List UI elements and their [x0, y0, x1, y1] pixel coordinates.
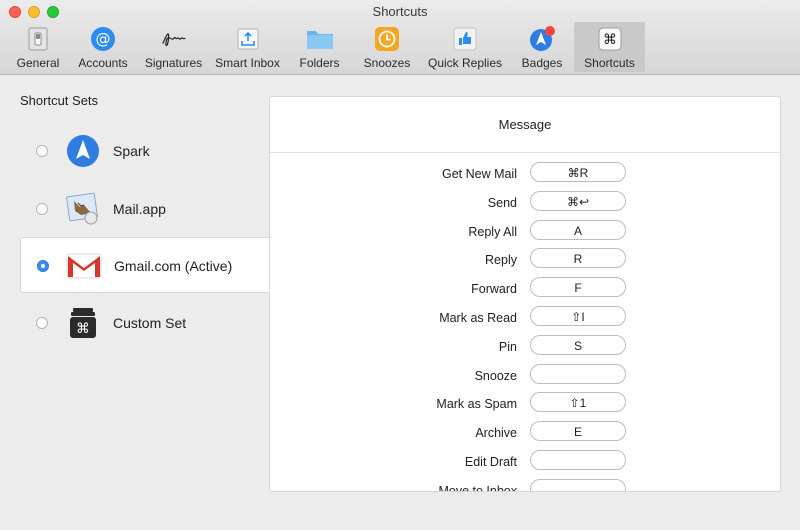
shortcut-label: Snooze [474, 368, 517, 383]
shortcut-key-field[interactable] [530, 449, 626, 470]
tab-accounts[interactable]: @ Accounts [69, 22, 137, 72]
preferences-window: Shortcuts General @ Accounts Signatures … [0, 0, 800, 530]
smart-inbox-icon [234, 25, 262, 53]
tab-label: Folders [299, 56, 340, 70]
tab-snoozes[interactable]: Snoozes [354, 22, 420, 72]
shortcut-set-custom[interactable]: ⌘ Custom Set [20, 295, 270, 351]
quick-replies-icon [451, 25, 479, 53]
shortcut-key-field[interactable] [530, 478, 626, 491]
shortcut-label: Send [487, 195, 517, 210]
shortcut-label: Forward [471, 282, 517, 297]
shortcut-key-field[interactable]: A [530, 219, 626, 240]
set-label: Mail.app [113, 201, 166, 217]
shortcut-row: Forward F [270, 276, 780, 305]
tab-label: Signatures [144, 56, 203, 70]
tab-badges[interactable]: Badges [510, 22, 574, 72]
tab-label: Shortcuts [584, 56, 635, 70]
accounts-icon: @ [89, 25, 117, 53]
snoozes-icon [373, 25, 401, 53]
gmail-icon [66, 248, 102, 284]
spark-radio[interactable] [36, 145, 48, 157]
window-title: Shortcuts [372, 4, 428, 19]
tab-shortcuts[interactable]: ⌘ Shortcuts [574, 22, 645, 72]
custom-set-icon: ⌘ [65, 305, 101, 341]
shortcut-row: Get New Mail ⌘R [270, 161, 780, 190]
tab-quick-replies[interactable]: Quick Replies [420, 22, 510, 72]
shortcut-key-field[interactable]: E [530, 421, 626, 442]
shortcut-row: Archive E [270, 420, 780, 449]
general-icon [24, 25, 52, 53]
shortcuts-panel: Message Get New Mail ⌘R Send ⌘↩ Reply Al… [269, 96, 781, 492]
shortcut-row: Pin S [270, 334, 780, 363]
spark-icon [65, 133, 101, 169]
tab-label: Snoozes [363, 56, 411, 70]
shortcut-label: Pin [498, 339, 517, 354]
set-label: Spark [113, 143, 150, 159]
shortcut-list: Get New Mail ⌘R Send ⌘↩ Reply All A Repl… [270, 161, 780, 492]
shortcuts-icon: ⌘ [596, 25, 624, 53]
shortcut-row: Reply R [270, 247, 780, 276]
shortcut-key-field[interactable]: ⌘↩ [530, 190, 626, 211]
tab-signatures[interactable]: Signatures [137, 22, 210, 72]
section-header: Message [270, 97, 780, 153]
tab-label: Accounts [78, 56, 128, 70]
title-bar: Shortcuts General @ Accounts Signatures … [0, 0, 800, 75]
tab-folders[interactable]: Folders [285, 22, 354, 72]
shortcut-sets-title: Shortcut Sets [20, 93, 99, 108]
svg-text:⌘: ⌘ [76, 321, 90, 337]
shortcut-row: Snooze [270, 363, 780, 392]
shortcut-row: Mark as Spam ⇧1 [270, 391, 780, 420]
svg-text:⌘: ⌘ [603, 32, 617, 48]
mail-app-radio[interactable] [36, 203, 48, 215]
svg-text:@: @ [96, 30, 111, 48]
shortcut-label: Mark as Read [439, 310, 517, 325]
shortcut-row: Mark as Read ⇧I [270, 305, 780, 334]
shortcut-key-field[interactable]: F [530, 277, 626, 298]
shortcut-label: Get New Mail [441, 167, 517, 181]
shortcut-label: Edit Draft [464, 454, 517, 469]
shortcut-set-spark[interactable]: Spark [20, 123, 270, 179]
gmail-radio[interactable] [37, 260, 49, 272]
mail-app-icon [65, 191, 101, 227]
shortcut-row: Reply All A [270, 219, 780, 248]
tab-label: Smart Inbox [215, 56, 280, 70]
tab-label: General [16, 56, 60, 70]
set-label: Custom Set [113, 315, 187, 331]
shortcut-key-field[interactable]: ⌘R [530, 162, 626, 182]
shortcut-label: Mark as Spam [436, 397, 517, 412]
shortcut-label: Move to Inbox [438, 483, 517, 492]
tab-smart-inbox[interactable]: Smart Inbox [210, 22, 285, 72]
set-label: Gmail.com (Active) [114, 258, 233, 274]
shortcut-row: Send ⌘↩ [270, 190, 780, 219]
badges-icon [528, 25, 556, 53]
shortcut-key-field[interactable]: R [530, 248, 626, 269]
signatures-icon [160, 25, 188, 53]
custom-set-radio[interactable] [36, 317, 48, 329]
preferences-toolbar: General @ Accounts Signatures Smart Inbo… [7, 22, 645, 72]
shortcut-key-field[interactable]: ⇧I [530, 305, 626, 326]
shortcut-key-field[interactable] [530, 363, 626, 384]
shortcut-key-field[interactable]: ⇧1 [530, 392, 626, 413]
shortcut-label: Reply [485, 253, 517, 268]
folders-icon [306, 25, 334, 53]
shortcut-row: Move to Inbox [270, 478, 780, 492]
tab-label: Quick Replies [427, 56, 503, 70]
tab-label: Badges [521, 56, 563, 70]
shortcut-key-field[interactable]: S [530, 334, 626, 355]
shortcut-label: Reply All [468, 224, 517, 239]
shortcut-set-gmail[interactable]: Gmail.com (Active) [20, 237, 270, 293]
shortcut-row: Edit Draft [270, 449, 780, 478]
tab-general[interactable]: General [7, 22, 69, 72]
shortcut-set-mail-app[interactable]: Mail.app [20, 181, 270, 237]
shortcut-label: Archive [475, 426, 517, 441]
